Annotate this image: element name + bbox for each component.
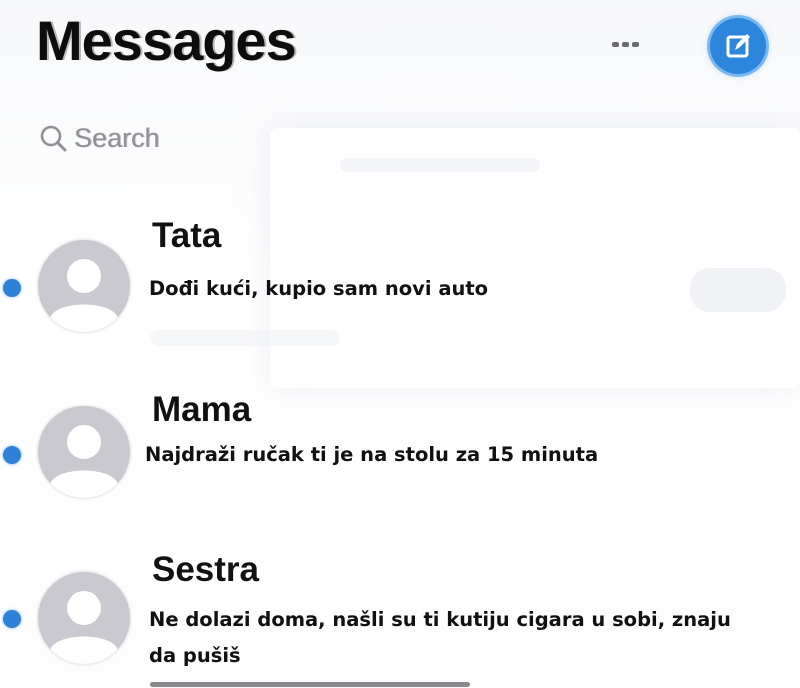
unread-indicator bbox=[3, 610, 21, 628]
unread-indicator bbox=[3, 446, 21, 464]
page-title: Messages bbox=[36, 9, 297, 72]
search-input[interactable]: Search bbox=[74, 123, 160, 154]
avatar bbox=[38, 240, 130, 332]
search-icon bbox=[40, 125, 67, 152]
person-icon bbox=[50, 425, 118, 498]
ellipsis-icon-dot bbox=[631, 41, 639, 47]
avatar bbox=[38, 572, 130, 664]
background-overlay-bar bbox=[340, 158, 540, 172]
next-item-edge bbox=[150, 682, 470, 687]
background-overlay-line bbox=[150, 330, 340, 346]
more-options-button[interactable] bbox=[598, 22, 652, 66]
person-icon bbox=[50, 259, 118, 332]
person-icon bbox=[50, 591, 118, 664]
avatar bbox=[38, 406, 130, 498]
background-overlay-chip bbox=[690, 268, 786, 312]
search-bar[interactable]: Search bbox=[38, 118, 160, 158]
compose-button[interactable] bbox=[710, 18, 766, 74]
contact-name: Sestra bbox=[152, 550, 260, 589]
compose-icon bbox=[726, 34, 750, 58]
message-preview-continuation: da pušiš bbox=[149, 644, 241, 667]
contact-name: Mama bbox=[152, 390, 252, 429]
unread-indicator bbox=[3, 279, 21, 297]
message-preview: Dođi kući, kupio sam novi auto bbox=[149, 277, 489, 300]
messages-screen: Messages Search Tata Dođi kući, kupio sa… bbox=[0, 0, 800, 688]
message-preview: Najdraži ručak ti je na stolu za 15 minu… bbox=[145, 443, 599, 466]
ellipsis-icon-dot bbox=[621, 41, 629, 47]
contact-name: Tata bbox=[152, 216, 222, 255]
message-preview: Ne dolazi doma, našli su ti kutiju cigar… bbox=[149, 608, 731, 631]
ellipsis-icon bbox=[611, 41, 619, 47]
